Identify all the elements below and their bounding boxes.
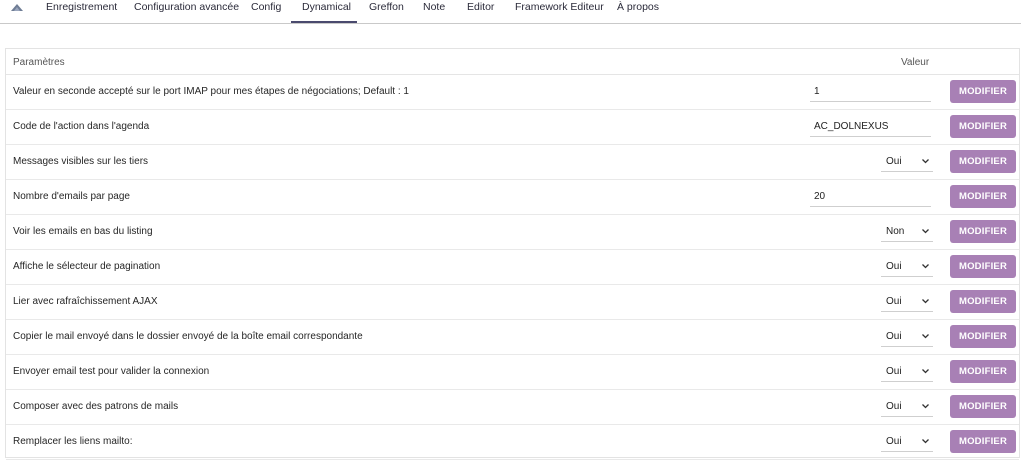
setting-value-input[interactable] [810,187,931,207]
modifier-button[interactable]: MODIFIER [950,115,1016,138]
chevron-down-icon [922,159,929,164]
table-row: Valeur en seconde accepté sur le port IM… [6,75,1019,110]
select-value: Oui [886,366,902,377]
setting-value-select[interactable]: Non [881,223,933,242]
select-value: Oui [886,296,902,307]
setting-label: Envoyer email test pour valider la conne… [13,366,210,377]
chevron-down-icon [922,334,929,339]
tab-dynamical[interactable]: Dynamical [291,0,357,23]
tab-a-propos[interactable]: À propos [617,0,659,23]
modifier-button[interactable]: MODIFIER [950,430,1016,453]
modifier-button[interactable]: MODIFIER [950,220,1016,243]
setting-value-select[interactable]: Oui [881,153,933,172]
table-row: Code de l'action dans l'agenda MODIFIER [6,110,1019,145]
modifier-button[interactable]: MODIFIER [950,150,1016,173]
chevron-down-icon [922,439,929,444]
setting-label: Affiche le sélecteur de pagination [13,261,161,272]
column-header-valeur: Valeur [901,57,930,68]
table-row: Copier le mail envoyé dans le dossier en… [6,320,1019,355]
modifier-button[interactable]: MODIFIER [950,360,1016,383]
tabs-bar: Enregistrement Configuration avancée Con… [0,0,1021,24]
setting-label: Voir les emails en bas du listing [13,226,153,237]
chevron-down-icon [922,369,929,374]
tab-framework-editeur[interactable]: Framework Editeur [515,0,604,23]
app-logo-icon [11,4,23,11]
tab-enregistrement[interactable]: Enregistrement [46,0,117,23]
setting-value-select[interactable]: Oui [881,258,933,277]
setting-value-select[interactable]: Oui [881,328,933,347]
modifier-button[interactable]: MODIFIER [950,80,1016,103]
select-value: Oui [886,261,902,272]
chevron-down-icon [922,229,929,234]
settings-panel: Paramètres Valeur Valeur en seconde acce… [5,48,1020,460]
setting-label: Composer avec des patrons de mails [13,401,179,412]
modifier-button[interactable]: MODIFIER [950,185,1016,208]
table-row: Messages visibles sur les tiers Oui MODIFI… [6,145,1019,180]
setting-label: Copier le mail envoyé dans le dossier en… [13,331,363,342]
tab-greffon[interactable]: Greffon [369,0,404,23]
table-row: Voir les emails en bas du listing Non MODI… [6,215,1019,250]
setting-value-input[interactable] [810,82,931,102]
select-value: Oui [886,401,902,412]
table-row: Lier avec rafraîchissement AJAX Oui MODIFI… [6,285,1019,320]
select-value: Oui [886,331,902,342]
setting-label: Messages visibles sur les tiers [13,156,149,167]
table-row: Nombre d'emails par page MODIFIER [6,180,1019,215]
modifier-button[interactable]: MODIFIER [950,290,1016,313]
setting-value-select[interactable]: Oui [881,433,933,452]
table-row: Composer avec des patrons de mails Oui MOD… [6,390,1019,425]
table-row: Envoyer email test pour valider la conne… [6,355,1019,390]
column-header-parametres: Paramètres [13,57,65,68]
select-value: Non [886,226,905,237]
setting-label: Nombre d'emails par page [13,191,130,202]
setting-label: Lier avec rafraîchissement AJAX [13,296,158,307]
tab-configuration-avancee[interactable]: Configuration avancée [134,0,239,23]
select-value: Oui [886,436,902,447]
setting-label: Remplacer les liens mailto: [13,436,133,447]
setting-value-select[interactable]: Oui [881,293,933,312]
select-value: Oui [886,156,902,167]
setting-label: Valeur en seconde accepté sur le port IM… [13,86,409,97]
setting-value-input[interactable] [810,117,931,137]
chevron-down-icon [922,404,929,409]
tab-config[interactable]: Config [251,0,281,23]
setting-value-select[interactable]: Oui [881,398,933,417]
chevron-down-icon [922,264,929,269]
modifier-button[interactable]: MODIFIER [950,255,1016,278]
table-row: Remplacer les liens mailto: Oui MODIFIER [6,425,1019,460]
table-header: Paramètres Valeur [6,49,1019,75]
tab-editor[interactable]: Editor [467,0,494,23]
modifier-button[interactable]: MODIFIER [950,325,1016,348]
modifier-button[interactable]: MODIFIER [950,395,1016,418]
tab-note[interactable]: Note [423,0,445,23]
table-row: Affiche le sélecteur de pagination Oui MOD… [6,250,1019,285]
chevron-down-icon [922,299,929,304]
setting-label: Code de l'action dans l'agenda [13,121,150,132]
setting-value-select[interactable]: Oui [881,363,933,382]
